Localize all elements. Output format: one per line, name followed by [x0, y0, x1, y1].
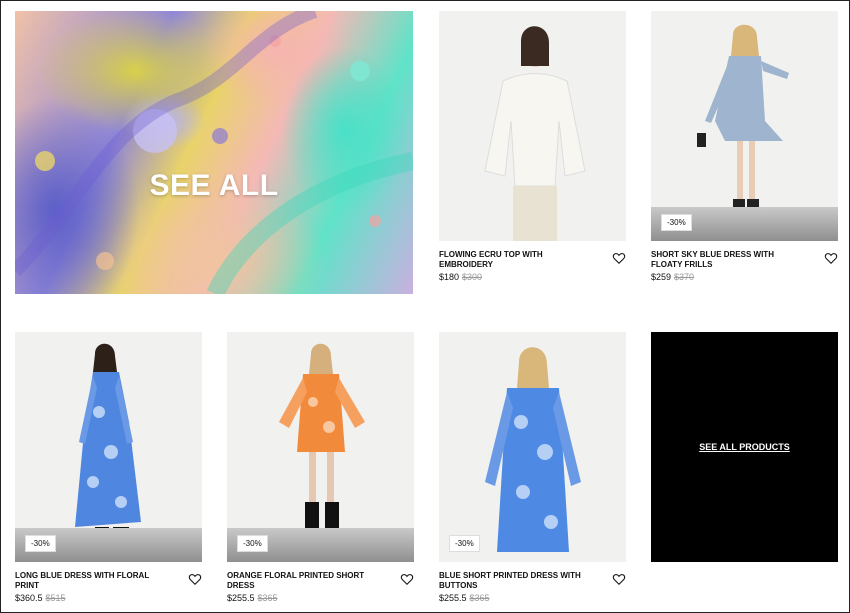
- current-price: $255.5: [227, 593, 255, 603]
- model-figure: [484, 347, 581, 552]
- old-price: $365: [257, 593, 278, 603]
- see-all-hero-tile[interactable]: SEE ALL: [15, 11, 413, 294]
- discount-badge: -30%: [449, 535, 480, 552]
- product-image[interactable]: -30%: [439, 332, 626, 562]
- current-price: $259: [651, 272, 672, 282]
- current-price: $360.5: [15, 593, 43, 603]
- product-price: $255.5 $365: [227, 593, 278, 603]
- product-price: $360.5 $515: [15, 593, 66, 603]
- see-all-products-link[interactable]: SEE ALL PRODUCTS: [699, 442, 790, 452]
- see-all-products-tile[interactable]: SEE ALL PRODUCTS: [651, 332, 838, 562]
- product-price: $255.5 $365: [439, 593, 490, 603]
- old-price: $365: [469, 593, 490, 603]
- current-price: $180: [439, 272, 460, 282]
- discount-badge: -30%: [661, 214, 692, 231]
- current-price: $255.5: [439, 593, 467, 603]
- product-name[interactable]: FLOWING ECRU TOP WITH EMBROIDERY: [439, 250, 589, 270]
- old-price: $300: [462, 272, 483, 282]
- marble-pattern: [15, 11, 413, 294]
- heart-outline-icon[interactable]: [612, 572, 626, 586]
- heart-outline-icon[interactable]: [188, 572, 202, 586]
- product-name[interactable]: BLUE SHORT PRINTED DRESS WITH BUTTONS: [439, 571, 589, 591]
- product-price: $259 $370: [651, 272, 694, 282]
- discount-badge: -30%: [237, 535, 268, 552]
- heart-outline-icon[interactable]: [612, 251, 626, 265]
- old-price: $370: [674, 272, 695, 282]
- old-price: $515: [45, 593, 66, 603]
- product-name[interactable]: ORANGE FLORAL PRINTED SHORT DRESS: [227, 571, 377, 591]
- product-name[interactable]: SHORT SKY BLUE DRESS WITH FLOATY FRILLS: [651, 250, 801, 270]
- product-image[interactable]: [439, 11, 626, 241]
- product-name[interactable]: LONG BLUE DRESS WITH FLORAL PRINT: [15, 571, 165, 591]
- product-price: $180 $300: [439, 272, 482, 282]
- product-image[interactable]: -30%: [227, 332, 414, 562]
- product-image[interactable]: -30%: [651, 11, 838, 241]
- discount-badge: -30%: [25, 535, 56, 552]
- heart-outline-icon[interactable]: [400, 572, 414, 586]
- product-image[interactable]: -30%: [15, 332, 202, 562]
- heart-outline-icon[interactable]: [824, 251, 838, 265]
- model-figure: [483, 26, 586, 241]
- see-all-label[interactable]: SEE ALL: [15, 169, 413, 203]
